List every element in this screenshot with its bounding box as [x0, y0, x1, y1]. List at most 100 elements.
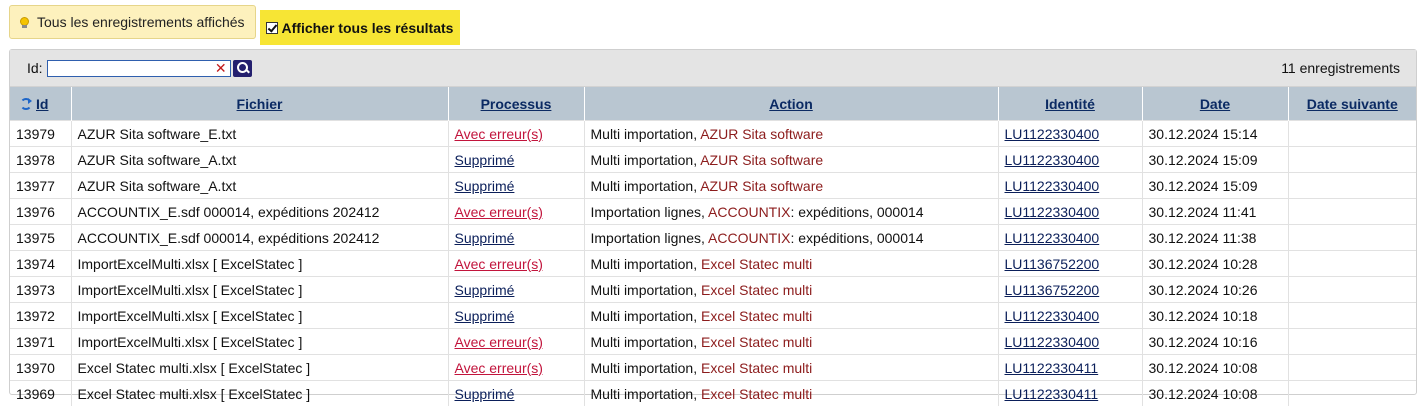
table-row: 13976ACCOUNTIX_E.sdf 000014, expéditions… [10, 199, 1416, 225]
cell-action: Importation lignes, ACCOUNTIX: expéditio… [584, 199, 998, 225]
processus-link[interactable]: Supprimé [455, 178, 515, 194]
identite-link[interactable]: LU1136752200 [1005, 256, 1100, 272]
cell-date-suivante [1288, 173, 1416, 199]
id-filter-input[interactable] [48, 62, 212, 77]
cell-id: 13976 [10, 199, 71, 225]
processus-link[interactable]: Supprimé [455, 152, 515, 168]
cell-processus: Supprimé [448, 303, 584, 329]
cell-id: 13969 [10, 381, 71, 406]
table-row: 13977AZUR Sita software_A.txtSuppriméMul… [10, 173, 1416, 199]
cell-processus: Avec erreur(s) [448, 199, 584, 225]
processus-link[interactable]: Avec erreur(s) [455, 360, 543, 376]
table-header-row: Id Fichier Processus Action Identité Dat… [10, 87, 1416, 121]
processus-link[interactable]: Avec erreur(s) [455, 334, 543, 350]
table-row: 13969Excel Statec multi.xlsx [ ExcelStat… [10, 381, 1416, 406]
cell-identite: LU1136752200 [998, 251, 1142, 277]
checkbox-checked-icon[interactable] [266, 22, 278, 34]
cell-date-suivante [1288, 121, 1416, 147]
column-header-date[interactable]: Date [1142, 87, 1288, 121]
cell-fichier: ImportExcelMulti.xlsx [ ExcelStatec ] [71, 277, 448, 303]
identite-link[interactable]: LU1122330400 [1005, 152, 1100, 168]
action-prefix: Multi importation, [591, 126, 701, 142]
cell-processus: Supprimé [448, 173, 584, 199]
processus-link[interactable]: Avec erreur(s) [455, 204, 543, 220]
cell-fichier: AZUR Sita software_A.txt [71, 147, 448, 173]
action-prefix: Importation lignes, [591, 204, 709, 220]
top-toolbar: Tous les enregistrements affichés Affich… [9, 5, 460, 45]
clear-x-icon[interactable]: ✕ [215, 60, 227, 76]
action-prefix: Multi importation, [591, 178, 701, 194]
show-all-results-toggle[interactable]: Afficher tous les résultats [260, 10, 461, 45]
cell-date-suivante [1288, 225, 1416, 251]
cell-processus: Supprimé [448, 147, 584, 173]
cell-action: Multi importation, Excel Statec multi [584, 355, 998, 381]
action-source: AZUR Sita software [700, 178, 823, 194]
identite-link[interactable]: LU1122330400 [1005, 230, 1100, 246]
action-source: Excel Statec multi [701, 360, 812, 376]
action-suffix: : expéditions, 000014 [790, 204, 923, 220]
cell-date: 30.12.2024 10:08 [1142, 355, 1288, 381]
cell-processus: Supprimé [448, 277, 584, 303]
cell-id: 13978 [10, 147, 71, 173]
cell-identite: LU1122330400 [998, 225, 1142, 251]
cell-identite: LU1122330400 [998, 329, 1142, 355]
column-header-id[interactable]: Id [10, 87, 71, 121]
show-all-results-label[interactable]: Afficher tous les résultats [282, 20, 454, 36]
action-prefix: Multi importation, [591, 386, 701, 402]
cell-date: 30.12.2024 11:38 [1142, 225, 1288, 251]
processus-link[interactable]: Avec erreur(s) [455, 126, 543, 142]
id-filter-field[interactable]: ✕ [47, 60, 231, 77]
action-prefix: Multi importation, [591, 360, 701, 376]
cell-action: Multi importation, Excel Statec multi [584, 303, 998, 329]
identite-link[interactable]: LU1122330400 [1005, 308, 1100, 324]
cell-action: Multi importation, AZUR Sita software [584, 173, 998, 199]
cell-fichier: ACCOUNTIX_E.sdf 000014, expéditions 2024… [71, 225, 448, 251]
column-header-fichier[interactable]: Fichier [71, 87, 448, 121]
cell-id: 13972 [10, 303, 71, 329]
refresh-icon[interactable] [20, 98, 32, 110]
processus-link[interactable]: Supprimé [455, 282, 515, 298]
cell-processus: Avec erreur(s) [448, 121, 584, 147]
cell-date-suivante [1288, 381, 1416, 406]
cell-date-suivante [1288, 277, 1416, 303]
cell-processus: Avec erreur(s) [448, 355, 584, 381]
search-button[interactable] [233, 60, 252, 77]
cell-identite: LU1122330400 [998, 303, 1142, 329]
action-source: AZUR Sita software [700, 126, 823, 142]
cell-action: Multi importation, Excel Statec multi [584, 329, 998, 355]
cell-processus: Supprimé [448, 381, 584, 406]
cell-date: 30.12.2024 10:26 [1142, 277, 1288, 303]
action-source: Excel Statec multi [701, 256, 812, 272]
table-row: 13979AZUR Sita software_E.txtAvec erreur… [10, 121, 1416, 147]
column-header-date-suivante[interactable]: Date suivante [1288, 87, 1416, 121]
identite-link[interactable]: LU1136752200 [1005, 282, 1100, 298]
processus-link[interactable]: Supprimé [455, 308, 515, 324]
identite-link[interactable]: LU1122330400 [1005, 178, 1100, 194]
record-count: 11 enregistrements [1281, 60, 1400, 76]
table-body: 13979AZUR Sita software_E.txtAvec erreur… [10, 121, 1416, 406]
cell-fichier: Excel Statec multi.xlsx [ ExcelStatec ] [71, 381, 448, 406]
processus-link[interactable]: Avec erreur(s) [455, 256, 543, 272]
identite-link[interactable]: LU1122330411 [1005, 360, 1099, 376]
column-header-identite[interactable]: Identité [998, 87, 1142, 121]
processus-link[interactable]: Supprimé [455, 386, 515, 402]
identite-link[interactable]: LU1122330411 [1005, 386, 1099, 402]
processus-link[interactable]: Supprimé [455, 230, 515, 246]
action-prefix: Multi importation, [591, 308, 701, 324]
identite-link[interactable]: LU1122330400 [1005, 126, 1100, 142]
identite-link[interactable]: LU1122330400 [1005, 334, 1100, 350]
column-header-processus[interactable]: Processus [448, 87, 584, 121]
records-panel: Id: ✕ 11 enregistrements Id Fichier Proc… [9, 49, 1417, 395]
identite-link[interactable]: LU1122330400 [1005, 204, 1100, 220]
action-prefix: Multi importation, [591, 152, 701, 168]
cell-identite: LU1122330400 [998, 147, 1142, 173]
cell-id: 13975 [10, 225, 71, 251]
column-header-id-label[interactable]: Id [36, 96, 48, 112]
info-banner: Tous les enregistrements affichés [9, 5, 256, 39]
column-header-action[interactable]: Action [584, 87, 998, 121]
table-row: 13974ImportExcelMulti.xlsx [ ExcelStatec… [10, 251, 1416, 277]
cell-processus: Avec erreur(s) [448, 329, 584, 355]
cell-date-suivante [1288, 251, 1416, 277]
cell-date-suivante [1288, 199, 1416, 225]
cell-date: 30.12.2024 15:14 [1142, 121, 1288, 147]
